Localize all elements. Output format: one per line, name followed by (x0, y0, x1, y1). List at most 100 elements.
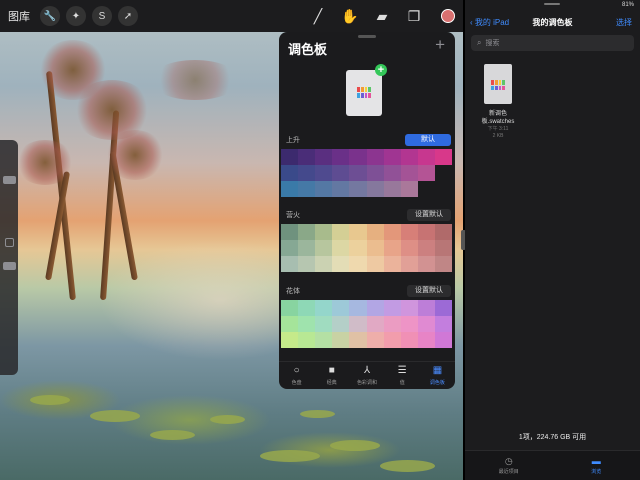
color-swatch[interactable] (281, 224, 299, 240)
color-swatch[interactable] (383, 332, 401, 348)
color-swatch[interactable] (383, 165, 401, 181)
color-swatch[interactable] (400, 256, 418, 272)
palette-name[interactable]: 花体 (286, 286, 300, 296)
color-swatch[interactable] (434, 240, 452, 256)
color-swatch[interactable] (298, 300, 316, 316)
color-swatch[interactable] (281, 332, 299, 348)
color-swatch[interactable] (332, 224, 350, 240)
color-swatch[interactable] (281, 300, 299, 316)
color-swatch[interactable] (298, 149, 316, 165)
color-swatch[interactable] (366, 240, 384, 256)
color-swatch[interactable] (315, 149, 333, 165)
color-swatch[interactable] (315, 224, 333, 240)
color-swatch[interactable] (349, 316, 367, 332)
smudge-icon[interactable]: ✋ (340, 6, 360, 26)
search-bar[interactable]: ⌕ 搜索 (471, 35, 634, 51)
selection-icon[interactable]: S (92, 6, 112, 26)
color-swatch[interactable] (332, 149, 350, 165)
color-swatch[interactable] (417, 149, 435, 165)
color-swatch[interactable] (383, 300, 401, 316)
add-palette-button[interactable]: + (435, 35, 445, 55)
color-swatch[interactable] (366, 165, 384, 181)
color-swatch[interactable] (298, 181, 316, 197)
color-swatch[interactable] (366, 256, 384, 272)
color-swatch[interactable] (400, 316, 418, 332)
color-swatch[interactable] (332, 240, 350, 256)
tab-harmony[interactable]: ⅄ 色彩调和 (349, 362, 384, 389)
new-palette-icon[interactable] (346, 70, 382, 116)
color-swatch[interactable] (298, 224, 316, 240)
color-swatch[interactable] (366, 316, 384, 332)
color-swatch[interactable] (315, 240, 333, 256)
color-button[interactable] (441, 9, 455, 23)
palette-name[interactable]: 上升 (286, 135, 300, 145)
tab-palettes[interactable]: ▦ 调色板 (420, 362, 455, 389)
search-input[interactable]: 搜索 (485, 38, 499, 48)
tab-classic[interactable]: ■ 经典 (314, 362, 349, 389)
tab-recents[interactable]: ◷ 最近项目 (465, 451, 553, 480)
palette-name[interactable]: 营火 (286, 210, 300, 220)
color-swatch[interactable] (332, 165, 350, 181)
color-swatch[interactable] (315, 300, 333, 316)
color-swatch[interactable] (366, 149, 384, 165)
color-swatch[interactable] (281, 149, 299, 165)
color-swatch[interactable] (434, 181, 452, 197)
transform-arrow-icon[interactable]: ➚ (118, 6, 138, 26)
color-swatch[interactable] (417, 316, 435, 332)
color-swatch[interactable] (366, 224, 384, 240)
brush-icon[interactable]: ╱ (308, 6, 328, 26)
color-swatch[interactable] (383, 256, 401, 272)
select-button[interactable]: 选择 (616, 17, 632, 28)
tab-value[interactable]: ☰ 值 (385, 362, 420, 389)
color-swatch[interactable] (383, 224, 401, 240)
color-swatch[interactable] (332, 256, 350, 272)
color-swatch[interactable] (434, 224, 452, 240)
color-swatch[interactable] (434, 256, 452, 272)
color-swatch[interactable] (332, 332, 350, 348)
color-swatch[interactable] (383, 181, 401, 197)
color-swatch[interactable] (281, 181, 299, 197)
color-swatch[interactable] (349, 149, 367, 165)
color-swatch[interactable] (400, 332, 418, 348)
color-swatch[interactable] (298, 316, 316, 332)
color-swatch[interactable] (434, 300, 452, 316)
default-badge[interactable]: 默认 (405, 134, 451, 146)
color-swatch[interactable] (400, 149, 418, 165)
tab-disc[interactable]: ○ 色盘 (279, 362, 314, 389)
color-swatch[interactable] (281, 240, 299, 256)
color-swatch[interactable] (349, 300, 367, 316)
color-swatch[interactable] (315, 256, 333, 272)
color-swatch[interactable] (315, 332, 333, 348)
color-swatch[interactable] (417, 332, 435, 348)
color-swatch[interactable] (298, 240, 316, 256)
color-swatch[interactable] (315, 181, 333, 197)
color-swatch[interactable] (434, 316, 452, 332)
color-swatch[interactable] (281, 165, 299, 181)
eraser-icon[interactable]: ▰ (372, 6, 392, 26)
color-swatch[interactable] (400, 224, 418, 240)
brush-size-slider[interactable] (3, 176, 16, 184)
window-grabber[interactable] (544, 3, 560, 5)
color-swatch[interactable] (366, 332, 384, 348)
color-swatch[interactable] (298, 165, 316, 181)
color-swatch[interactable] (332, 181, 350, 197)
tab-browse[interactable]: ▬ 浏览 (553, 451, 640, 480)
magic-wand-icon[interactable]: ✦ (66, 6, 86, 26)
color-swatch[interactable] (400, 300, 418, 316)
color-swatch[interactable] (417, 165, 435, 181)
color-swatch[interactable] (332, 300, 350, 316)
color-swatch[interactable] (417, 224, 435, 240)
color-swatch[interactable] (383, 240, 401, 256)
color-swatch[interactable] (434, 149, 452, 165)
file-item[interactable]: 新调色 板.swatches 下午 3:11 2 KB (478, 64, 518, 140)
color-swatch[interactable] (366, 181, 384, 197)
color-swatch[interactable] (349, 224, 367, 240)
color-swatch[interactable] (281, 256, 299, 272)
set-default-button[interactable]: 设置默认 (407, 209, 451, 221)
color-swatch[interactable] (417, 256, 435, 272)
color-swatch[interactable] (281, 316, 299, 332)
color-swatch[interactable] (366, 300, 384, 316)
color-swatch[interactable] (434, 332, 452, 348)
color-swatch[interactable] (417, 300, 435, 316)
modify-button[interactable] (5, 238, 14, 247)
